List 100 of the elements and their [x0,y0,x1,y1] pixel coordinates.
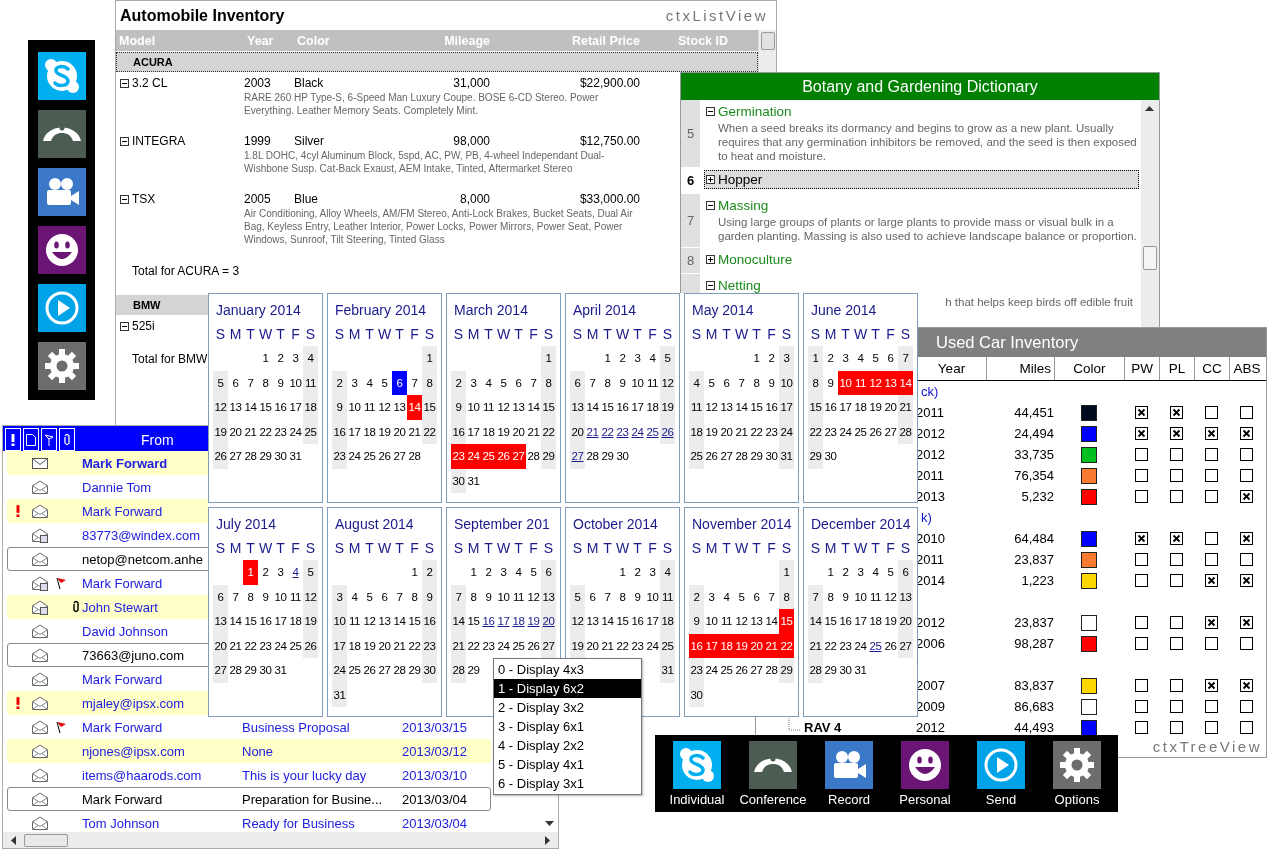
weekday-label: S [571,539,584,558]
weekday-label: S [690,539,703,558]
sender: Mark Forward [82,503,163,519]
date: 2013/03/04 [402,791,468,807]
weekday-label: T [245,325,256,344]
miles-cell: 23,837 [1014,552,1054,567]
subject: Ready for Business [242,815,355,831]
weekday-label: S [542,325,555,344]
mileage-cell: 31,000 [453,76,490,90]
miles-cell: 76,354 [1014,468,1054,483]
weekday-label: F [290,325,301,344]
miles-cell: 23,837 [1014,615,1054,630]
row-header: 5 [681,100,701,167]
sender: Mark Forward [82,719,163,735]
date: 2013/03/12 [402,743,468,759]
weekday-label: W [258,539,273,558]
row-header: 7 [681,194,701,247]
miles-cell: 1,223 [1021,573,1054,588]
weekday-label: T [632,325,643,344]
date: 2013/03/10 [402,767,468,783]
miles-cell: 86,683 [1014,699,1054,714]
weekday-label: F [409,539,420,558]
window-title: Used Car Inventory [936,333,1079,352]
year-cell: 2007 [916,678,945,693]
weekday-label: T [483,325,494,344]
mileage-cell: 8,000 [459,192,490,206]
weekday-label: M [585,539,600,558]
car-notes: 1.8L DOHC, 4cyl Aluminum Block, 5spd, AC, PW, PB, 4-wheel Independant Dual-Wishbone Susp. Cat-Back Exaust, AEM Intake, Tinted, Aftermarket Stereo [244,149,606,175]
weekday-label: W [496,325,511,344]
weekday-label: S [542,539,555,558]
weekday-label: W [615,539,630,558]
price-cell: $33,000.00 [579,192,640,206]
subject: This is your lucky day [242,767,367,783]
weekday-label: M [228,539,243,558]
weekday-label: T [751,539,762,558]
definition: Using large groups of plants or large plants to provide mass or visual bulk in a garden planting. Massing is also used to achieve landscape balance or proportion. [717,215,1138,243]
weekday-label: S [304,325,317,344]
weekday-label: S [333,539,346,558]
weekday-label: S [214,325,227,344]
weekday-label: W [496,539,511,558]
sender: Mark Forward [82,455,168,471]
weekday-label: S [452,539,465,558]
weekday-label: T [513,539,524,558]
sender: items@haarods.com [82,767,202,783]
sender: netop@netcom.anhe [82,551,203,567]
weekday-label: T [394,539,405,558]
weekday-label: M [466,539,481,558]
weekday-label: S [780,325,793,344]
weekday-label: S [571,325,584,344]
sender: Mark Forward [82,575,163,591]
model-cell: 3.2 CL [132,76,168,90]
group-name: ACURA [133,56,173,68]
weekday-label: F [528,325,539,344]
mileage-cell: 98,000 [453,134,490,148]
weekday-label: F [528,539,539,558]
weekday-label: M [704,539,719,558]
weekday-label: W [734,325,749,344]
weekday-label: T [364,325,375,344]
miles-cell: 24,494 [1014,426,1054,441]
date: 2013/03/04 [402,815,468,831]
term: Hopper [718,172,763,187]
year-cell: 2013 [916,489,945,504]
weekday-label: T [364,539,375,558]
sender: njones@ipsx.com [82,743,185,759]
weekday-label: T [721,325,732,344]
weekday-label: M [466,325,481,344]
sender: John Stewart [82,599,158,615]
weekday-label: F [766,325,777,344]
sender: Mark Forward [82,791,163,807]
weekday-label: F [647,539,658,558]
weekday-label: T [840,325,851,344]
year-cell: 2012 [916,720,945,735]
weekday-label: T [751,325,762,344]
miles-cell: 83,837 [1014,678,1054,693]
weekday-label: W [258,325,273,344]
weekday-label: W [734,539,749,558]
term: Massing [718,198,769,213]
car-notes: RARE 260 HP Type-S, 6-Speed Man Luxury Coupe. BOSE 6-CD Stereo. Power Everything. Leather Memory Seats. Completely Mint. [244,91,600,117]
weekday-label: W [377,539,392,558]
model-cell: INTEGRA [132,134,186,148]
weekday-label: F [290,539,301,558]
term: Monoculture [718,252,793,267]
color-cell: Silver [294,134,324,148]
year-cell: 2012 [916,447,945,462]
weekday-label: S [423,325,436,344]
weekday-label: S [661,325,674,344]
weekday-label: T [394,325,405,344]
weekday-label: T [602,539,613,558]
year-cell: 2006 [916,636,945,651]
weekday-label: T [870,539,881,558]
weekday-label: T [275,325,286,344]
weekday-label: T [840,539,851,558]
brand-label: ctxTreeView [1152,738,1262,755]
miles-cell: 33,735 [1014,447,1054,462]
weekday-label: W [853,325,868,344]
model-cell: TSX [132,192,156,206]
weekday-label: W [615,325,630,344]
miles-cell: 5,232 [1021,489,1054,504]
group-total: Total for ACURA = 3 [132,264,240,278]
term: Netting [718,278,761,293]
